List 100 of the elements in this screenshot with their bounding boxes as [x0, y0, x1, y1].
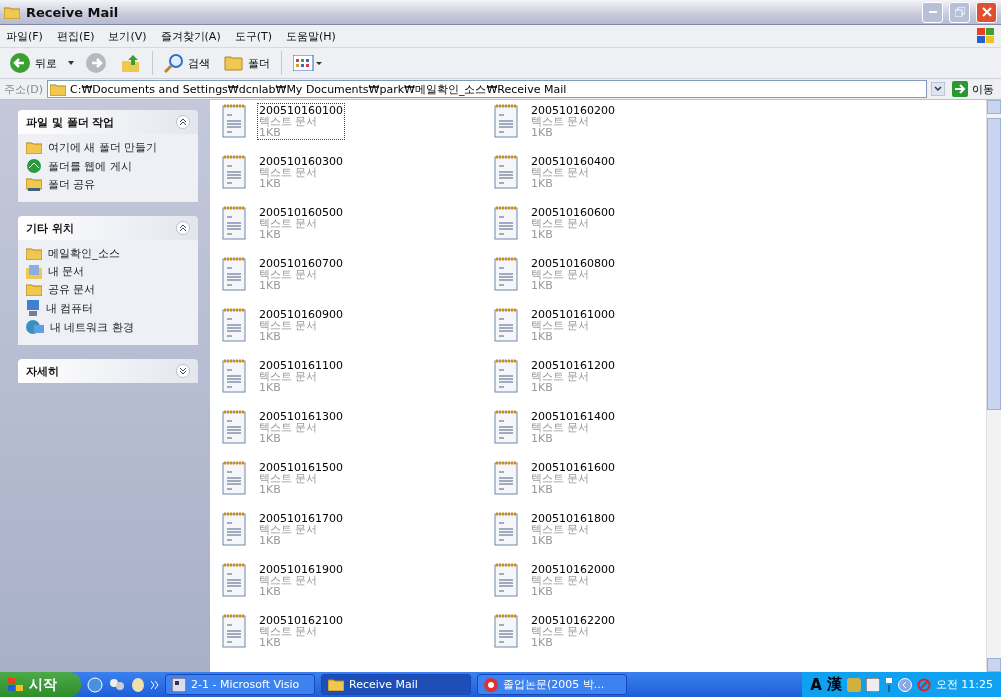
- file-item[interactable]: 200510161000 텍스트 문서 1KB: [530, 308, 616, 343]
- file-item[interactable]: 200510161800 텍스트 문서 1KB: [530, 512, 616, 547]
- document-app-icon: [484, 677, 498, 692]
- file-item[interactable]: 200510160400 텍스트 문서 1KB: [530, 155, 616, 190]
- tray-icon[interactable]: [884, 677, 893, 692]
- menu-item[interactable]: 즐겨찾기(A): [160, 28, 221, 44]
- file-item[interactable]: 200510162000 텍스트 문서 1KB: [530, 563, 616, 598]
- file-item[interactable]: 200510161700 텍스트 문서 1KB: [258, 512, 344, 547]
- back-arrow-tray-icon[interactable]: [897, 677, 912, 692]
- ime-mode-indicator[interactable]: A: [810, 675, 822, 694]
- task-panel-header[interactable]: 파일 및 폴더 작업: [18, 110, 198, 134]
- taskbar-button[interactable]: Receive Mail: [321, 674, 471, 695]
- text-document-icon: [494, 461, 518, 495]
- text-document-icon: [222, 410, 246, 444]
- go-arrow-icon: [952, 81, 968, 97]
- people-quick-launch-icon[interactable]: [109, 676, 125, 693]
- text-document-icon: [222, 563, 246, 597]
- file-item[interactable]: 200510162100 텍스트 문서 1KB: [258, 614, 344, 649]
- close-button[interactable]: [976, 1, 997, 23]
- windows-logo-icon: [8, 677, 24, 692]
- file-item[interactable]: 200510160200 텍스트 문서 1KB: [530, 104, 616, 139]
- shared-folder-icon: [26, 177, 42, 192]
- file-item[interactable]: 200510160600 텍스트 문서 1KB: [530, 206, 616, 241]
- file-item[interactable]: 200510160700 텍스트 문서 1KB: [258, 257, 344, 292]
- go-button[interactable]: 이동: [949, 79, 997, 99]
- folder-icon: [328, 678, 344, 691]
- folders-button[interactable]: 폴더: [221, 52, 273, 74]
- sidebar-link[interactable]: 여기에 새 폴더 만들기: [26, 140, 190, 155]
- dropdown-caret-icon[interactable]: [931, 82, 945, 96]
- blocked-tray-icon[interactable]: [916, 677, 931, 692]
- file-item[interactable]: 200510162200 텍스트 문서 1KB: [530, 614, 616, 649]
- text-document-icon: [222, 359, 246, 393]
- text-document-icon: [222, 206, 246, 240]
- help-tray-icon[interactable]: [865, 677, 880, 692]
- more-chevron-icon[interactable]: [151, 680, 159, 689]
- file-item[interactable]: 200510161100 텍스트 문서 1KB: [258, 359, 344, 394]
- menu-item[interactable]: 편집(E): [56, 28, 95, 44]
- task-panel-header[interactable]: 기타 위치: [18, 216, 198, 240]
- menu-item[interactable]: 도구(T): [234, 28, 272, 44]
- menu-item[interactable]: 보기(V): [108, 28, 147, 44]
- sidebar-link[interactable]: 내 네트워크 환경: [26, 319, 190, 335]
- documents-folder-icon: [26, 264, 42, 279]
- quick-launch-icon[interactable]: [131, 676, 145, 693]
- sidebar-link[interactable]: 메일확인_소스: [26, 246, 190, 261]
- menu-item[interactable]: 파일(F): [6, 28, 43, 44]
- folder-icon: [50, 82, 67, 96]
- file-item[interactable]: 200510161300 텍스트 문서 1KB: [258, 410, 344, 445]
- folder-icon: [224, 54, 244, 72]
- window-title: Receive Mail: [26, 4, 120, 20]
- file-item[interactable]: 200510160900 텍스트 문서 1KB: [258, 308, 344, 343]
- text-document-icon: [494, 206, 518, 240]
- browser-quick-launch-icon[interactable]: [87, 676, 103, 693]
- text-document-icon: [494, 359, 518, 393]
- collapse-chevron-icon[interactable]: [176, 115, 190, 129]
- text-document-icon: [494, 104, 518, 138]
- scrollbar[interactable]: [986, 100, 1001, 672]
- folder-icon: [4, 5, 20, 19]
- folder-up-icon: [121, 53, 141, 73]
- text-document-icon: [222, 614, 246, 648]
- restore-icon: [954, 7, 965, 17]
- collapse-chevron-icon[interactable]: [176, 221, 190, 235]
- sidebar-link[interactable]: 내 컴퓨터: [26, 300, 190, 316]
- ime-hanja-indicator[interactable]: 漢: [826, 675, 842, 694]
- file-item[interactable]: 200510160500 텍스트 문서 1KB: [258, 206, 344, 241]
- views-grid-icon: [293, 55, 323, 71]
- folder-icon: [26, 283, 42, 296]
- taskbar-button[interactable]: 졸업논문(2005 박...: [477, 674, 627, 695]
- file-item[interactable]: 200510160300 텍스트 문서 1KB: [258, 155, 344, 190]
- dropdown-caret-icon[interactable]: [68, 61, 74, 65]
- text-document-icon: [494, 614, 518, 648]
- expand-chevron-icon[interactable]: [176, 364, 190, 378]
- back-button[interactable]: 뒤로: [6, 50, 60, 76]
- file-item[interactable]: 200510161400 텍스트 문서 1KB: [530, 410, 616, 445]
- sidebar-link[interactable]: 폴더를 웹에 게시: [26, 158, 190, 174]
- windows-logo-icon: [977, 28, 995, 44]
- text-document-icon: [494, 257, 518, 291]
- clock: 오전 11:25: [935, 677, 993, 692]
- file-item[interactable]: 200510161600 텍스트 문서 1KB: [530, 461, 616, 496]
- file-item[interactable]: 200510160800 텍스트 문서 1KB: [530, 257, 616, 292]
- sidebar-link[interactable]: 공유 문서: [26, 282, 190, 297]
- file-item[interactable]: 200510160100 텍스트 문서 1KB: [258, 104, 344, 139]
- menu-item[interactable]: 도움말(H): [286, 28, 336, 44]
- address-field[interactable]: C:₩Documents and Settings₩dcnlab₩My Documents₩park₩메일확인_소스₩Receive Mail: [47, 80, 927, 98]
- task-panel-header[interactable]: 자세히: [18, 359, 198, 383]
- new-folder-icon: [26, 141, 42, 154]
- file-item[interactable]: 200510161900 텍스트 문서 1KB: [258, 563, 344, 598]
- address-label: 주소(D): [4, 81, 44, 97]
- text-document-icon: [494, 308, 518, 342]
- file-item[interactable]: 200510161500 텍스트 문서 1KB: [258, 461, 344, 496]
- computer-icon: [26, 300, 40, 316]
- minimize-icon: [928, 10, 937, 14]
- search-button[interactable]: 검색: [161, 51, 213, 75]
- close-icon: [981, 7, 992, 17]
- start-button[interactable]: 시작: [0, 672, 81, 697]
- text-document-icon: [222, 512, 246, 546]
- taskbar-button[interactable]: 2-1 - Microsoft Visio: [165, 674, 315, 695]
- sidebar-link[interactable]: 내 문서: [26, 264, 190, 279]
- sidebar-link[interactable]: 폴더 공유: [26, 177, 190, 192]
- file-item[interactable]: 200510161200 텍스트 문서 1KB: [530, 359, 616, 394]
- folder-icon: [26, 247, 42, 260]
